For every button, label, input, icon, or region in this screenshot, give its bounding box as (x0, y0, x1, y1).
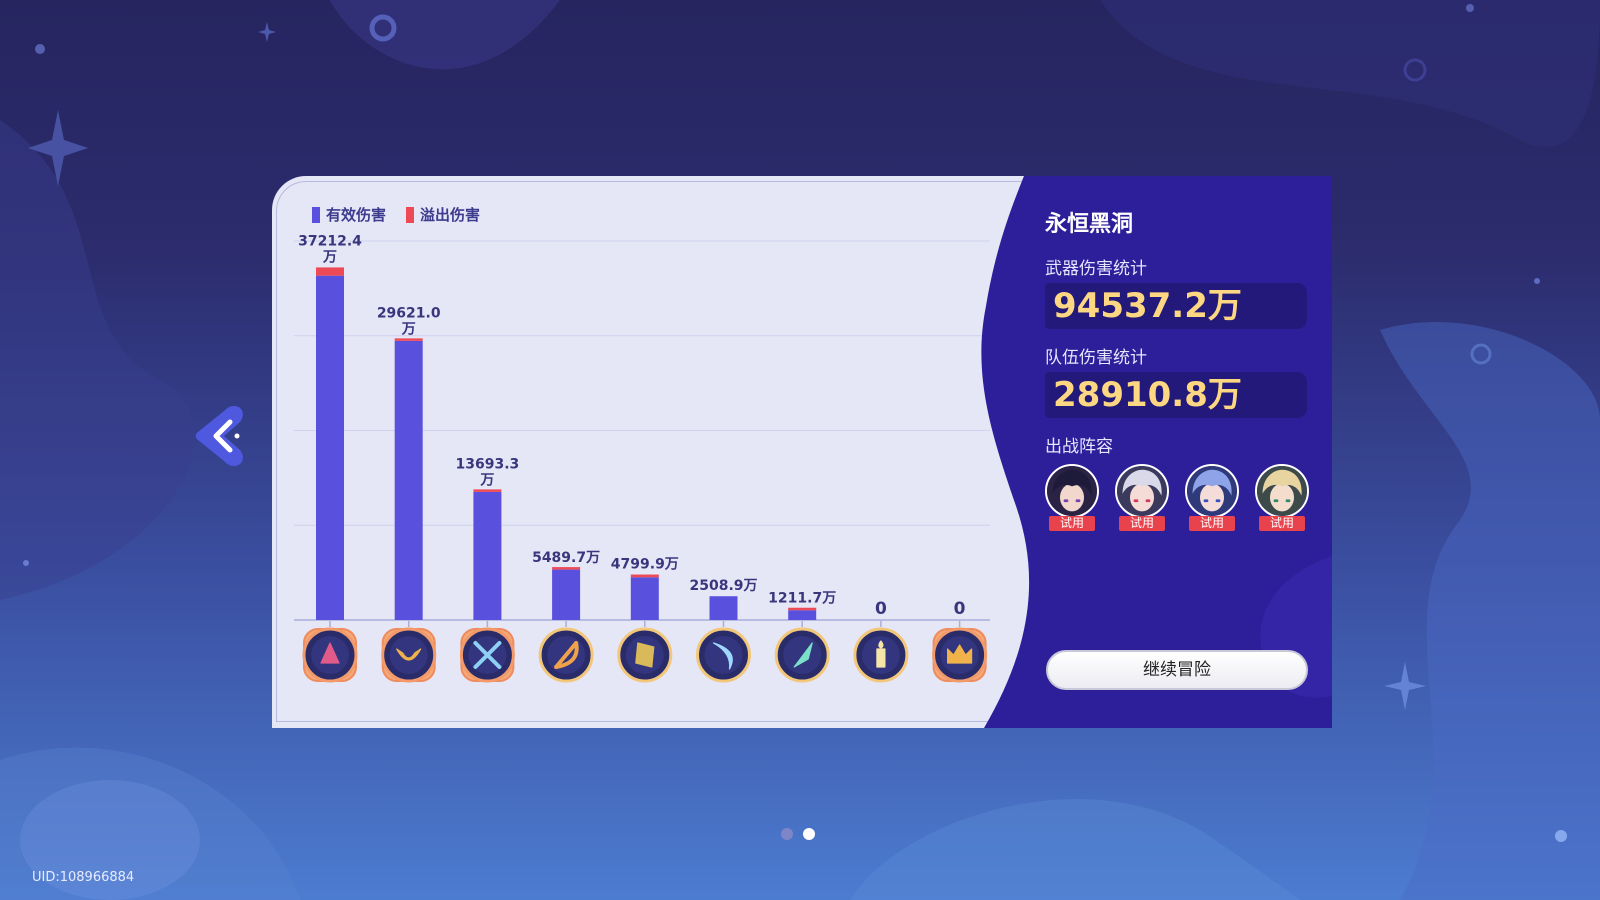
team-damage-value: 28910.8万 (1045, 372, 1307, 418)
overflow-damage-bar (473, 489, 502, 492)
trial-tag: 试用 (1119, 516, 1165, 531)
results-card: 有效伤害 溢出伤害 37212.4 万 29621.0 万 13693.3 万 5489.7… (272, 176, 1332, 728)
bar-value-label: 0 (875, 599, 887, 619)
damage-chart-panel: 有效伤害 溢出伤害 37212.4 万 29621.0 万 13693.3 万 5489.7… (272, 176, 1042, 728)
bar-value-label: 0 (954, 599, 966, 619)
tome-weapon-icon[interactable] (617, 627, 673, 683)
page-dot-2[interactable] (803, 828, 815, 840)
overflow-damage-bar (788, 607, 817, 611)
weapon-damage-label: 武器伤害统计 (1045, 259, 1147, 279)
character-avatar (1255, 464, 1309, 518)
effective-damage-bar (630, 577, 659, 620)
boomerang-weapon-icon[interactable] (381, 627, 437, 683)
effective-damage-bar (394, 340, 423, 620)
uid-label: UID:108966884 (32, 870, 135, 885)
character-avatar (1185, 464, 1239, 518)
team-member-1[interactable]: 试用 (1045, 464, 1099, 531)
trial-tag: 试用 (1189, 516, 1235, 531)
page-indicator (781, 828, 815, 840)
bar-value-label: 5489.7万 (532, 550, 600, 566)
bow-weapon-icon[interactable] (538, 627, 594, 683)
crescent-blade-weapon-icon[interactable] (696, 627, 751, 683)
overflow-damage-bar (630, 574, 659, 578)
page-dot-1[interactable] (781, 828, 793, 840)
overflow-damage-bar (316, 267, 344, 276)
bar-value-label: 2508.9万 (689, 578, 757, 594)
team-member-4[interactable]: 试用 (1255, 464, 1309, 531)
damage-bar-chart: 37212.4 万 29621.0 万 13693.3 万 5489.7万 4799.9万 25… (294, 233, 990, 683)
trial-tag: 试用 (1259, 516, 1305, 531)
trial-tag: 试用 (1049, 516, 1095, 531)
continue-adventure-button[interactable]: 继续冒险 (1046, 650, 1308, 690)
bar-value-label: 29621.0 万 (377, 305, 441, 337)
weapon-damage-value: 94537.2万 (1045, 283, 1307, 329)
bar-value-label: 1211.7万 (768, 591, 836, 607)
character-avatar (1115, 464, 1169, 518)
back-arrow-button[interactable] (194, 404, 248, 468)
character-avatar (1045, 464, 1099, 518)
candle-weapon-icon[interactable] (853, 627, 909, 683)
effective-damage-bar (473, 491, 502, 620)
stage-title: 永恒黑洞 (1045, 212, 1134, 237)
crossed-blades-weapon-icon[interactable] (459, 627, 515, 683)
overflow-damage-bar (552, 567, 581, 570)
team-member-3[interactable]: 试用 (1185, 464, 1239, 531)
effective-damage-bar (316, 275, 344, 620)
stats-panel-background (981, 176, 1332, 728)
crystal-orb-weapon-icon[interactable] (302, 627, 358, 683)
bar-value-label: 37212.4 万 (298, 233, 362, 265)
team-member-2[interactable]: 试用 (1115, 464, 1169, 531)
team-lineup: 试用 试用 试用 试用 (1045, 464, 1309, 531)
effective-damage-bar (709, 596, 738, 620)
team-lineup-label: 出战阵容 (1045, 437, 1113, 457)
crystal-shard-weapon-icon[interactable] (774, 627, 830, 683)
effective-damage-bar (552, 569, 581, 620)
bar-value-label: 4799.9万 (611, 557, 679, 573)
bar-value-label: 13693.3 万 (456, 456, 520, 488)
effective-damage-bar (788, 610, 817, 620)
team-damage-label: 队伍伤害统计 (1045, 348, 1147, 368)
overflow-damage-bar (394, 338, 423, 341)
